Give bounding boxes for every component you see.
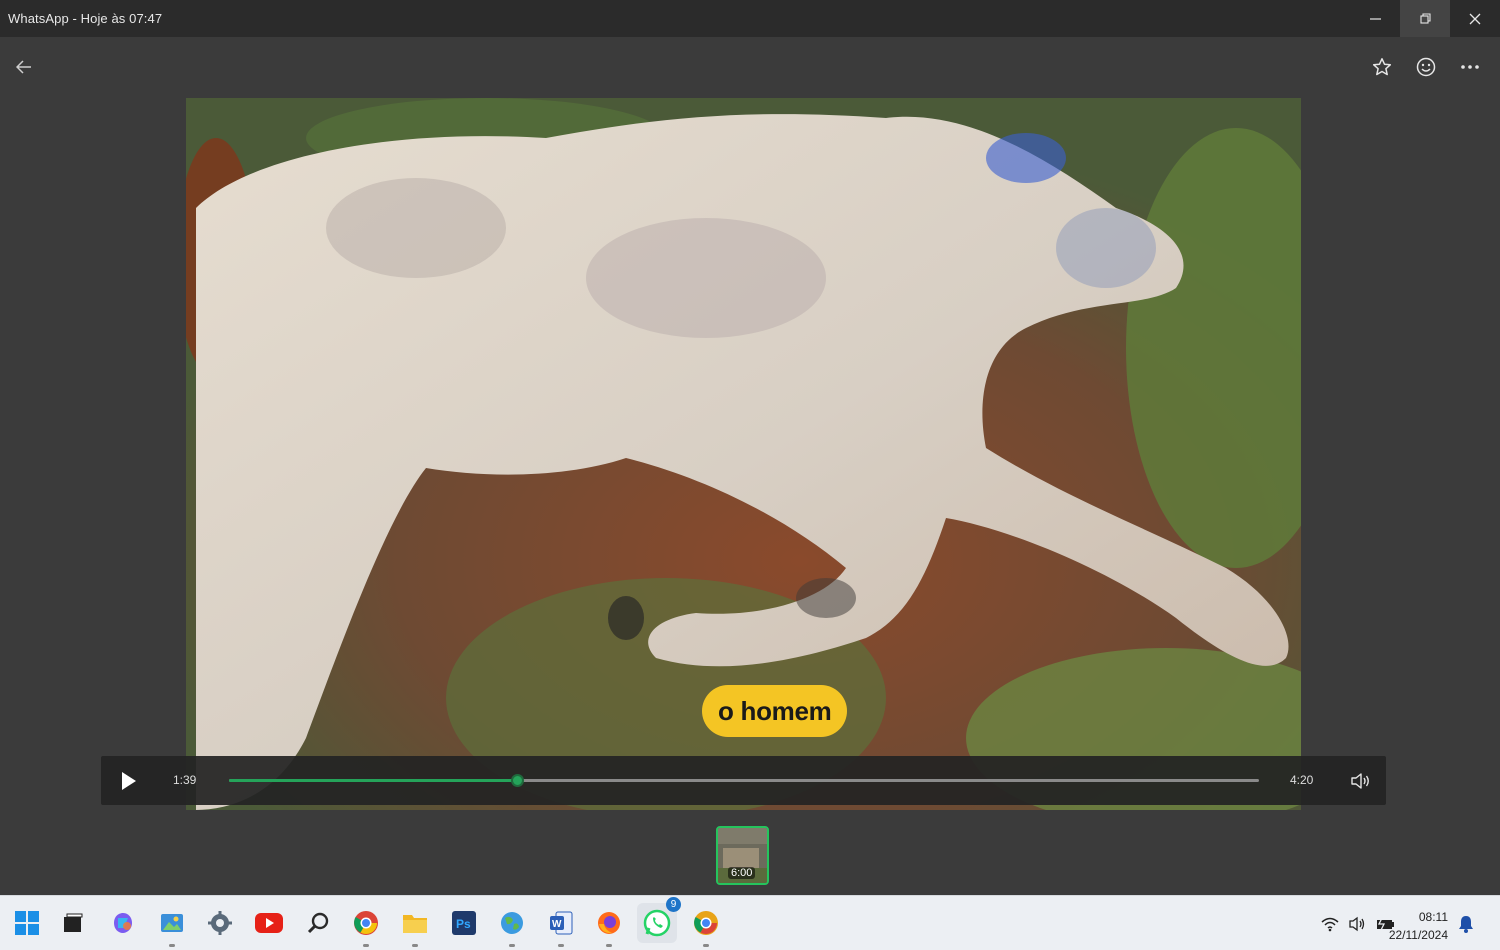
youtube-icon[interactable]	[254, 908, 284, 938]
file-explorer-icon[interactable]	[400, 908, 430, 947]
star-icon	[1372, 58, 1392, 76]
arrow-left-icon	[16, 60, 31, 74]
current-time: 1:39	[173, 773, 197, 787]
clock-date: 22/11/2024	[1388, 928, 1448, 942]
player-controls: 1:39 4:20	[101, 756, 1386, 805]
search-app-icon[interactable]	[303, 908, 333, 938]
bell-icon	[1459, 916, 1473, 933]
photoshop-icon[interactable]: Ps	[449, 908, 479, 938]
toolbar-actions	[1370, 55, 1482, 79]
back-button[interactable]	[12, 55, 36, 79]
thumbnail-duration: 6:00	[728, 867, 756, 879]
media-viewer-toolbar	[0, 37, 1500, 97]
whatsapp-icon[interactable]: 9	[637, 897, 681, 943]
chrome-icon[interactable]	[351, 908, 381, 947]
wifi-icon[interactable]	[1320, 914, 1340, 934]
minimize-icon	[1369, 18, 1381, 20]
play-button[interactable]	[115, 768, 141, 794]
window-title: WhatsApp - Hoje às 07:47	[8, 11, 163, 26]
system-clock[interactable]: 08:11 22/11/2024	[1389, 908, 1448, 944]
whatsapp-badge: 9	[666, 897, 681, 912]
seek-bar[interactable]	[229, 774, 1259, 787]
video-frame[interactable]: o homem	[186, 98, 1301, 810]
volume-button[interactable]	[1349, 769, 1373, 793]
word-icon[interactable]: W	[546, 908, 576, 947]
seek-progress	[229, 779, 518, 782]
seek-handle[interactable]	[511, 774, 525, 787]
system-tray	[1320, 914, 1396, 934]
title-bar: WhatsApp - Hoje às 07:47	[0, 0, 1500, 37]
restore-icon	[1419, 13, 1431, 24]
video-subtitle: o homem	[702, 685, 848, 737]
svg-text:Ps: Ps	[456, 917, 471, 931]
media-thumbnail[interactable]: 6:00	[716, 826, 769, 885]
speaker-icon[interactable]	[1348, 914, 1368, 934]
emoji-icon	[1416, 57, 1436, 77]
task-view-icon[interactable]	[58, 908, 88, 938]
clock-time: 08:11	[1418, 910, 1448, 924]
minimize-button[interactable]	[1350, 0, 1400, 37]
chrome-canary-icon[interactable]	[691, 908, 721, 947]
settings-icon[interactable]	[205, 908, 235, 938]
taskbar: Ps W 9 08:11 22/11/2024	[0, 895, 1500, 950]
volume-icon	[1351, 773, 1369, 789]
more-options-button[interactable]	[1458, 55, 1482, 79]
maps-icon[interactable]	[497, 908, 527, 947]
close-icon	[1469, 13, 1481, 24]
more-horizontal-icon	[1461, 65, 1479, 69]
copilot-icon[interactable]	[108, 908, 138, 938]
firefox-icon[interactable]	[594, 908, 624, 947]
star-button[interactable]	[1370, 55, 1394, 79]
restore-button[interactable]	[1400, 0, 1450, 37]
total-time: 4:20	[1290, 773, 1314, 787]
react-button[interactable]	[1414, 55, 1438, 79]
svg-text:W: W	[552, 919, 562, 930]
window-controls	[1350, 0, 1500, 37]
play-icon	[122, 772, 136, 790]
notification-button[interactable]	[1458, 915, 1474, 933]
close-button[interactable]	[1450, 0, 1500, 37]
windows-start-icon[interactable]	[12, 908, 42, 938]
photos-icon[interactable]	[157, 908, 187, 947]
